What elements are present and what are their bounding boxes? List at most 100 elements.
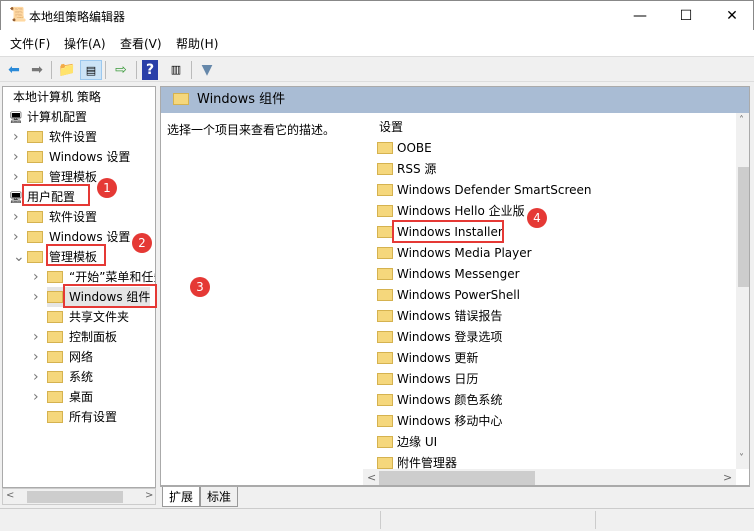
close-button[interactable]: ✕ bbox=[709, 1, 754, 31]
menu-help[interactable]: 帮助(H) bbox=[176, 35, 218, 52]
setting-item-label: Windows 更新 bbox=[397, 351, 479, 365]
chevron-right-icon[interactable]: › bbox=[33, 347, 45, 367]
tree-item[interactable]: 🖥 计算机配置 bbox=[9, 107, 87, 127]
folder-icon bbox=[27, 211, 43, 223]
computer-icon: 🖥 bbox=[9, 111, 23, 124]
tree-item[interactable]: 所有设置 bbox=[47, 407, 117, 427]
folder-icon bbox=[47, 331, 63, 343]
column-header-setting[interactable]: 设置 bbox=[379, 117, 403, 137]
setting-item[interactable]: Windows Media Player bbox=[377, 243, 532, 263]
view-tabs: 扩展 标准 bbox=[160, 486, 750, 507]
step-badge-3: 3 bbox=[190, 277, 210, 297]
back-icon[interactable]: ⬅ bbox=[3, 60, 25, 80]
setting-item[interactable]: Windows Hello 企业版 bbox=[377, 201, 525, 221]
menu-view[interactable]: 查看(V) bbox=[120, 35, 162, 52]
folder-icon bbox=[377, 205, 393, 217]
tree-item[interactable]: › Windows 设置 bbox=[13, 147, 130, 167]
setting-item[interactable]: Windows 更新 bbox=[377, 348, 478, 368]
folder-icon bbox=[377, 247, 393, 259]
folder-icon bbox=[377, 142, 393, 154]
tree-item[interactable]: › 网络 bbox=[33, 347, 93, 367]
setting-item[interactable]: Windows 移动中心 bbox=[377, 411, 502, 431]
chevron-right-icon[interactable]: › bbox=[33, 387, 45, 407]
show-hide-tree-icon[interactable]: ▤ bbox=[80, 60, 102, 80]
list-horizontal-scrollbar[interactable]: < > bbox=[363, 469, 736, 485]
setting-item[interactable]: 附件管理器 bbox=[377, 453, 457, 469]
status-bar bbox=[0, 508, 754, 531]
highlight-windows-installer bbox=[392, 220, 504, 243]
minimize-button[interactable]: — bbox=[617, 1, 663, 31]
filter-icon[interactable]: ▼ bbox=[196, 60, 218, 80]
folder-icon bbox=[47, 311, 63, 323]
tree-item-label: 系统 bbox=[69, 370, 94, 384]
export-list-icon[interactable]: ⇨ bbox=[110, 60, 132, 80]
tree-horizontal-scrollbar[interactable]: < > bbox=[2, 488, 156, 505]
tree-item[interactable]: › 桌面 bbox=[33, 387, 93, 407]
details-header: Windows 组件 bbox=[161, 87, 749, 113]
setting-item-label: Windows 日历 bbox=[397, 372, 479, 386]
folder-icon bbox=[377, 226, 393, 238]
folder-icon bbox=[377, 331, 393, 343]
setting-item-label: Windows Hello 企业版 bbox=[397, 204, 525, 218]
tree-item-label: 软件设置 bbox=[49, 210, 98, 224]
setting-item-label: 边缘 UI bbox=[397, 435, 438, 449]
up-folder-icon[interactable]: 📁 bbox=[56, 60, 78, 80]
tree-item[interactable]: › 软件设置 bbox=[13, 207, 98, 227]
properties-icon[interactable]: ▥ bbox=[165, 60, 187, 80]
chevron-right-icon[interactable]: › bbox=[13, 207, 25, 227]
setting-item[interactable]: RSS 源 bbox=[377, 159, 436, 179]
chevron-right-icon[interactable]: › bbox=[13, 147, 25, 167]
menu-action[interactable]: 操作(A) bbox=[64, 35, 106, 52]
tree-item-label: “开始”菜单和任务栏 bbox=[69, 270, 155, 284]
folder-icon bbox=[377, 289, 393, 301]
tree-item[interactable]: 共享文件夹 bbox=[47, 307, 129, 327]
folder-icon bbox=[47, 411, 63, 423]
setting-item-label: Windows PowerShell bbox=[397, 288, 520, 302]
window-title: 本地组策略编辑器 bbox=[29, 10, 126, 24]
folder-icon bbox=[377, 436, 393, 448]
details-header-title: Windows 组件 bbox=[197, 92, 286, 107]
help-icon[interactable]: ? bbox=[142, 60, 158, 80]
setting-item[interactable]: Windows Defender SmartScreen bbox=[377, 180, 592, 200]
setting-item[interactable]: 边缘 UI bbox=[377, 432, 437, 452]
menu-bar: 文件(F) 操作(A) 查看(V) 帮助(H) bbox=[0, 30, 754, 56]
chevron-right-icon[interactable]: › bbox=[33, 287, 45, 307]
folder-icon bbox=[377, 184, 393, 196]
maximize-button[interactable]: ☐ bbox=[663, 1, 709, 31]
chevron-down-icon[interactable]: ⌄ bbox=[13, 247, 25, 267]
tree-item-label: 控制面板 bbox=[69, 330, 118, 344]
vertical-scrollbar[interactable]: ˄ ˅ bbox=[736, 113, 749, 469]
app-icon: 📜 bbox=[9, 7, 27, 23]
chevron-right-icon[interactable]: › bbox=[33, 367, 45, 387]
tab-standard[interactable]: 标准 bbox=[200, 487, 239, 507]
setting-item[interactable]: Windows 日历 bbox=[377, 369, 478, 389]
setting-item[interactable]: Windows 颜色系统 bbox=[377, 390, 502, 410]
description-text: 选择一个项目来查看它的描述。 bbox=[167, 123, 336, 137]
chevron-right-icon[interactable]: › bbox=[13, 227, 25, 247]
highlight-admin-templates bbox=[46, 244, 106, 266]
setting-item-label: Windows 颜色系统 bbox=[397, 393, 503, 407]
setting-item-label: Windows Defender SmartScreen bbox=[397, 183, 592, 197]
tree-item-label: 共享文件夹 bbox=[69, 310, 130, 324]
setting-item-label: 附件管理器 bbox=[397, 456, 458, 469]
forward-icon[interactable]: ➡ bbox=[26, 60, 48, 80]
folder-icon bbox=[47, 291, 63, 303]
setting-item[interactable]: Windows PowerShell bbox=[377, 285, 520, 305]
user-icon: 🖥 bbox=[9, 191, 23, 204]
tab-extended[interactable]: 扩展 bbox=[162, 487, 201, 507]
tree-item[interactable]: › 系统 bbox=[33, 367, 94, 387]
menu-file[interactable]: 文件(F) bbox=[10, 35, 50, 52]
setting-item[interactable]: Windows Messenger bbox=[377, 264, 520, 284]
tree-item-label: 本地计算机 策略 bbox=[13, 90, 101, 104]
setting-item[interactable]: OOBE bbox=[377, 138, 432, 158]
tree-item[interactable]: 本地计算机 策略 bbox=[9, 87, 101, 107]
chevron-right-icon[interactable]: › bbox=[33, 267, 45, 287]
step-badge-4: 4 bbox=[527, 208, 547, 228]
tree-item[interactable]: › 软件设置 bbox=[13, 127, 97, 147]
setting-item[interactable]: Windows 错误报告 bbox=[377, 306, 502, 326]
chevron-right-icon[interactable]: › bbox=[33, 327, 45, 347]
chevron-right-icon[interactable]: › bbox=[13, 127, 25, 147]
tree-item[interactable]: › 控制面板 bbox=[33, 327, 118, 347]
setting-item[interactable]: Windows 登录选项 bbox=[377, 327, 502, 347]
details-pane: Windows 组件 选择一个项目来查看它的描述。 设置 OOBE RSS 源 Wi… bbox=[160, 86, 750, 486]
